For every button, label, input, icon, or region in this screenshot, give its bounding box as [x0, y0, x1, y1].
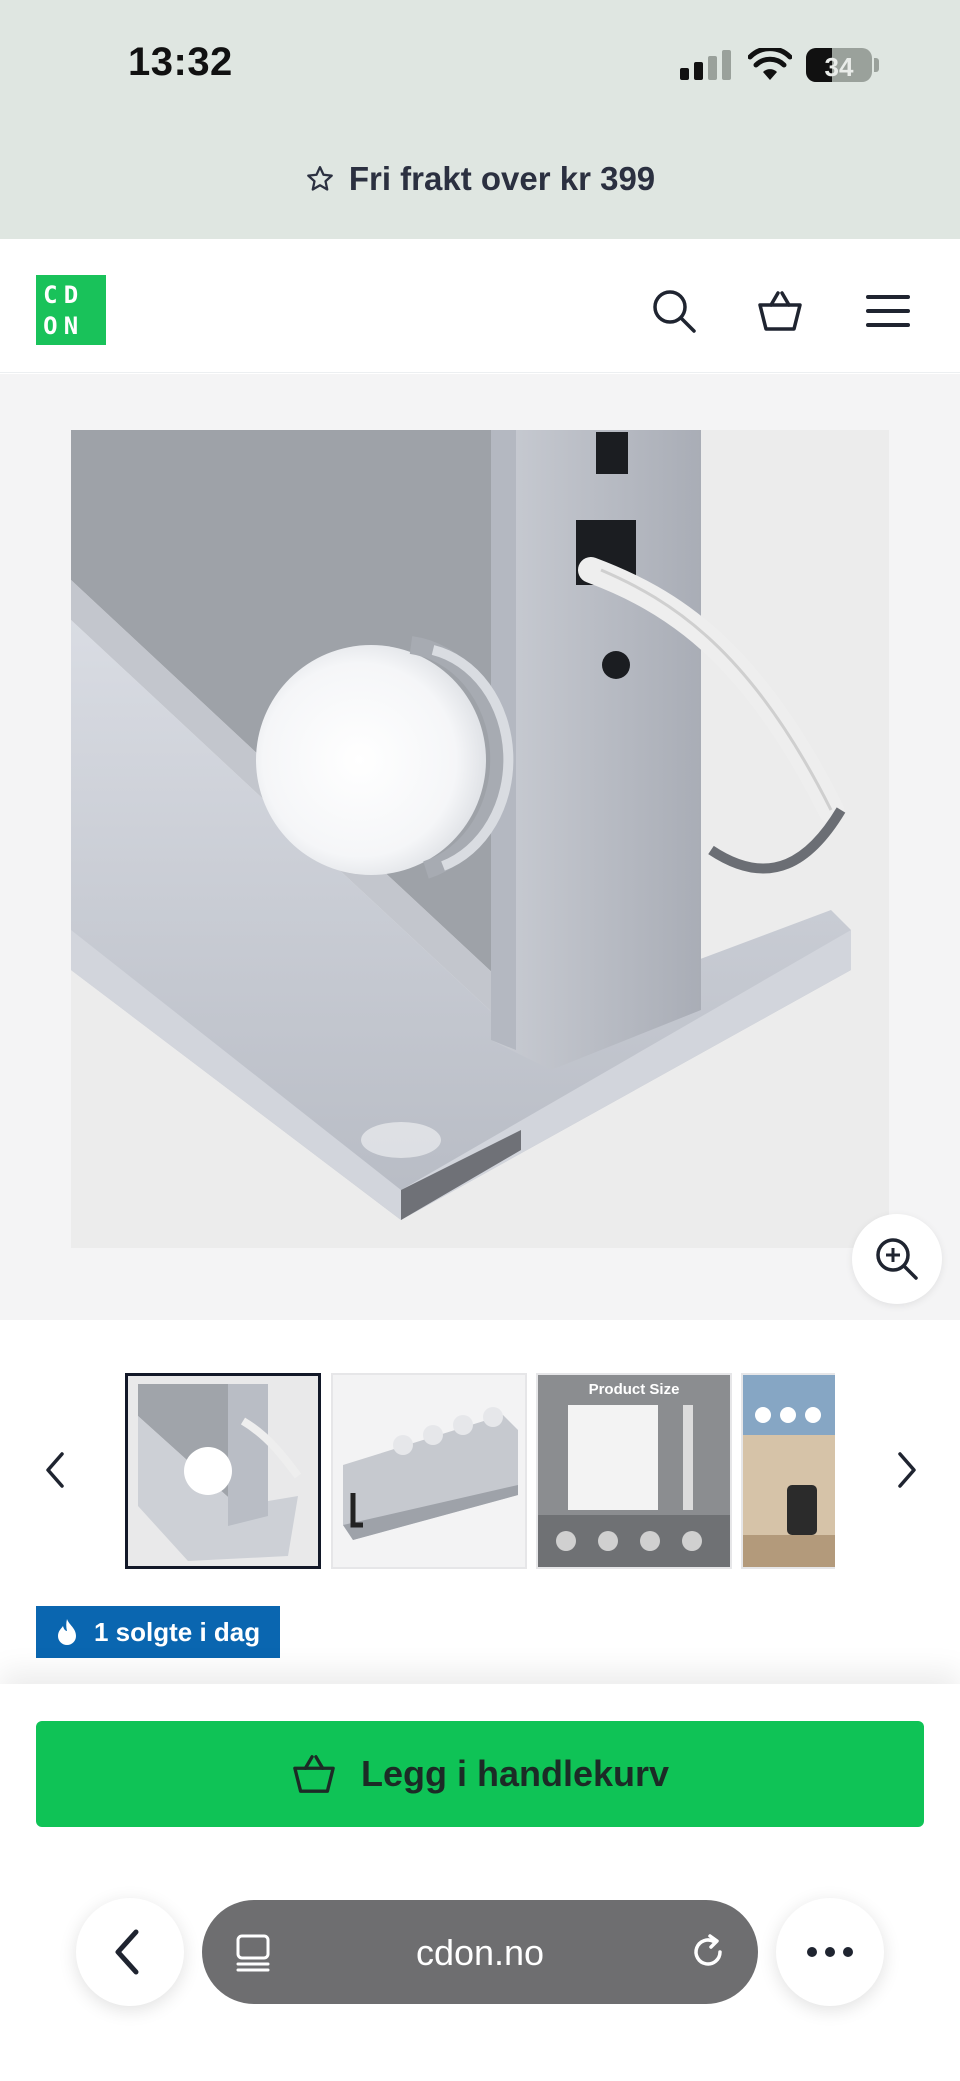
thumbnail-1[interactable]: [125, 1373, 321, 1569]
promo-text-row: Fri frakt over kr 399: [0, 160, 960, 198]
address-bar[interactable]: cdon.no: [202, 1900, 758, 2004]
zoom-in-icon: [876, 1238, 918, 1280]
mirror-illustration: [71, 430, 889, 1248]
status-time: 13:32: [128, 40, 233, 84]
thumbnail-image: [333, 1375, 525, 1567]
thumbnail-caption: Product Size: [588, 1381, 680, 1398]
more-icon: [807, 1947, 853, 1957]
thumbnail-3[interactable]: Product Size: [536, 1373, 732, 1569]
search-icon[interactable]: [650, 287, 698, 335]
zoom-button[interactable]: [852, 1214, 942, 1304]
logo-letter: N: [63, 311, 79, 340]
thumbnail-image: [743, 1375, 835, 1567]
logo-letter: C: [43, 280, 58, 309]
product-main-image[interactable]: [71, 430, 889, 1248]
thumbnail-4[interactable]: [741, 1373, 835, 1569]
thumbnail-image: [128, 1376, 318, 1566]
cdon-logo[interactable]: C D O N: [36, 275, 106, 345]
site-header: C D O N: [0, 239, 960, 373]
thumbnail-2[interactable]: [331, 1373, 527, 1569]
add-to-cart-label: Legg i handlekurv: [360, 1753, 670, 1794]
menu-icon[interactable]: [864, 287, 912, 335]
star-icon: [306, 166, 333, 191]
logo-letter: O: [43, 311, 58, 340]
url-text: cdon.no: [415, 1932, 545, 1973]
flame-icon: [58, 1619, 76, 1645]
logo-letter: [81, 310, 102, 341]
promo-banner: 13:32 34 Fri frakt over kr 399: [0, 0, 960, 239]
logo-letter: [81, 279, 102, 310]
logo-letter: D: [63, 280, 79, 309]
chevron-left-icon: [115, 1929, 139, 1975]
chevron-left-icon[interactable]: [40, 1448, 70, 1492]
add-to-cart-button[interactable]: Legg i handlekurv: [36, 1721, 924, 1827]
more-options-button[interactable]: [776, 1898, 884, 2006]
signal-icon: [680, 50, 732, 80]
reload-icon[interactable]: [686, 1930, 730, 1974]
promo-text: Fri frakt over kr 399: [348, 160, 656, 197]
thumbnail-image: [538, 1375, 730, 1567]
basket-icon: [293, 1755, 335, 1793]
wifi-icon: [748, 48, 792, 80]
sold-today-text: 1 solgte i dag: [94, 1616, 261, 1647]
battery-level: 34: [824, 52, 854, 82]
sold-today-badge: 1 solgte i dag: [36, 1606, 281, 1658]
basket-icon[interactable]: [756, 287, 804, 335]
browser-back-button[interactable]: [76, 1898, 184, 2006]
battery-icon: 34: [806, 48, 872, 82]
chevron-right-icon[interactable]: [892, 1448, 922, 1492]
